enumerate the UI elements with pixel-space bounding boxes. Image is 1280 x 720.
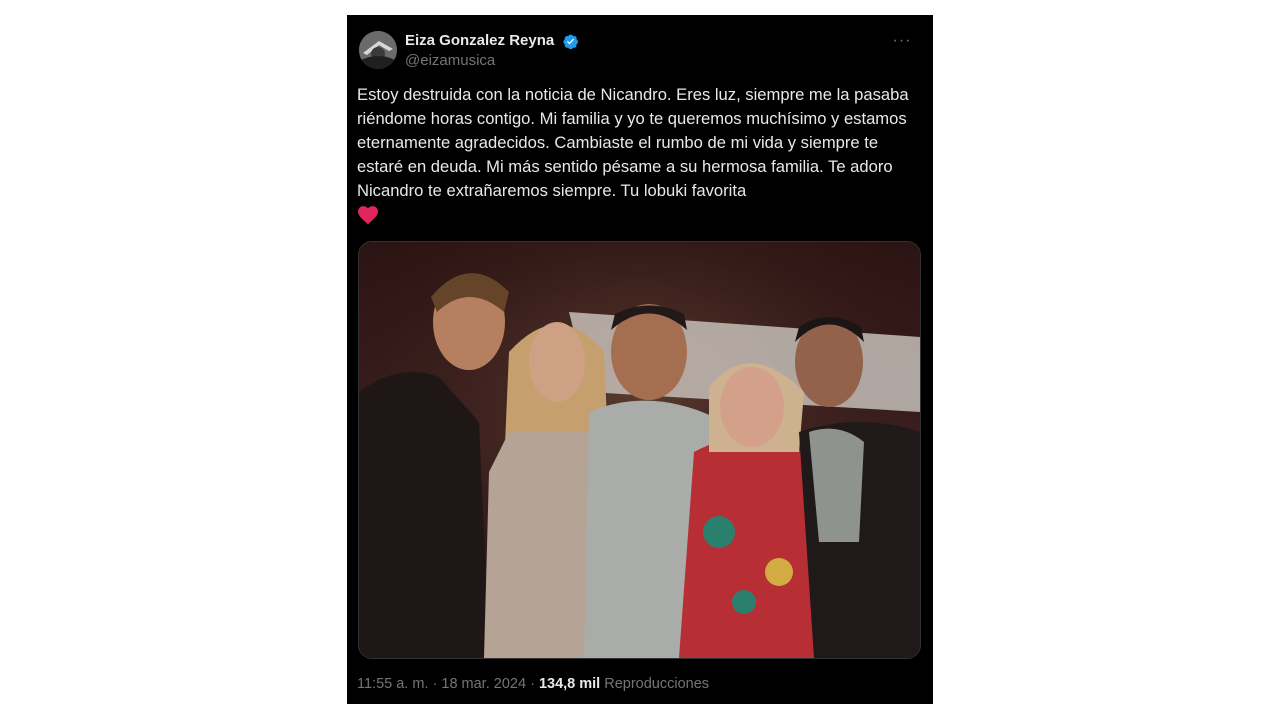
red-heart-icon (357, 205, 379, 225)
verified-badge-icon (562, 33, 579, 50)
tweet-text-container: Estoy destruida con la noticia de Nicand… (357, 83, 917, 225)
views-count[interactable]: 134,8 mil (539, 676, 600, 692)
tweet-photo[interactable] (358, 241, 921, 659)
tweet-header: Eiza Gonzalez Reyna @eizamusica ··· (359, 31, 921, 75)
views-label: Reproducciones (604, 676, 710, 692)
tweet-text: Estoy destruida con la noticia de Nicand… (357, 85, 909, 200)
tweet-card: Eiza Gonzalez Reyna @eizamusica ··· Esto… (347, 15, 933, 704)
avatar[interactable] (359, 31, 397, 69)
tweet-meta: 11:55 a. m. · 18 mar. 2024 · 134,8 mil R… (357, 674, 709, 694)
more-options-icon[interactable]: ··· (887, 31, 917, 55)
meta-separator: · (432, 676, 438, 692)
author-names: Eiza Gonzalez Reyna @eizamusica (405, 31, 579, 71)
author-handle[interactable]: @eizamusica (405, 51, 579, 71)
meta-separator: · (530, 676, 535, 692)
tweet-date[interactable]: 18 mar. 2024 (441, 676, 526, 692)
tweet-time[interactable]: 11:55 a. m. (357, 676, 428, 692)
author-display-name[interactable]: Eiza Gonzalez Reyna (405, 31, 554, 51)
